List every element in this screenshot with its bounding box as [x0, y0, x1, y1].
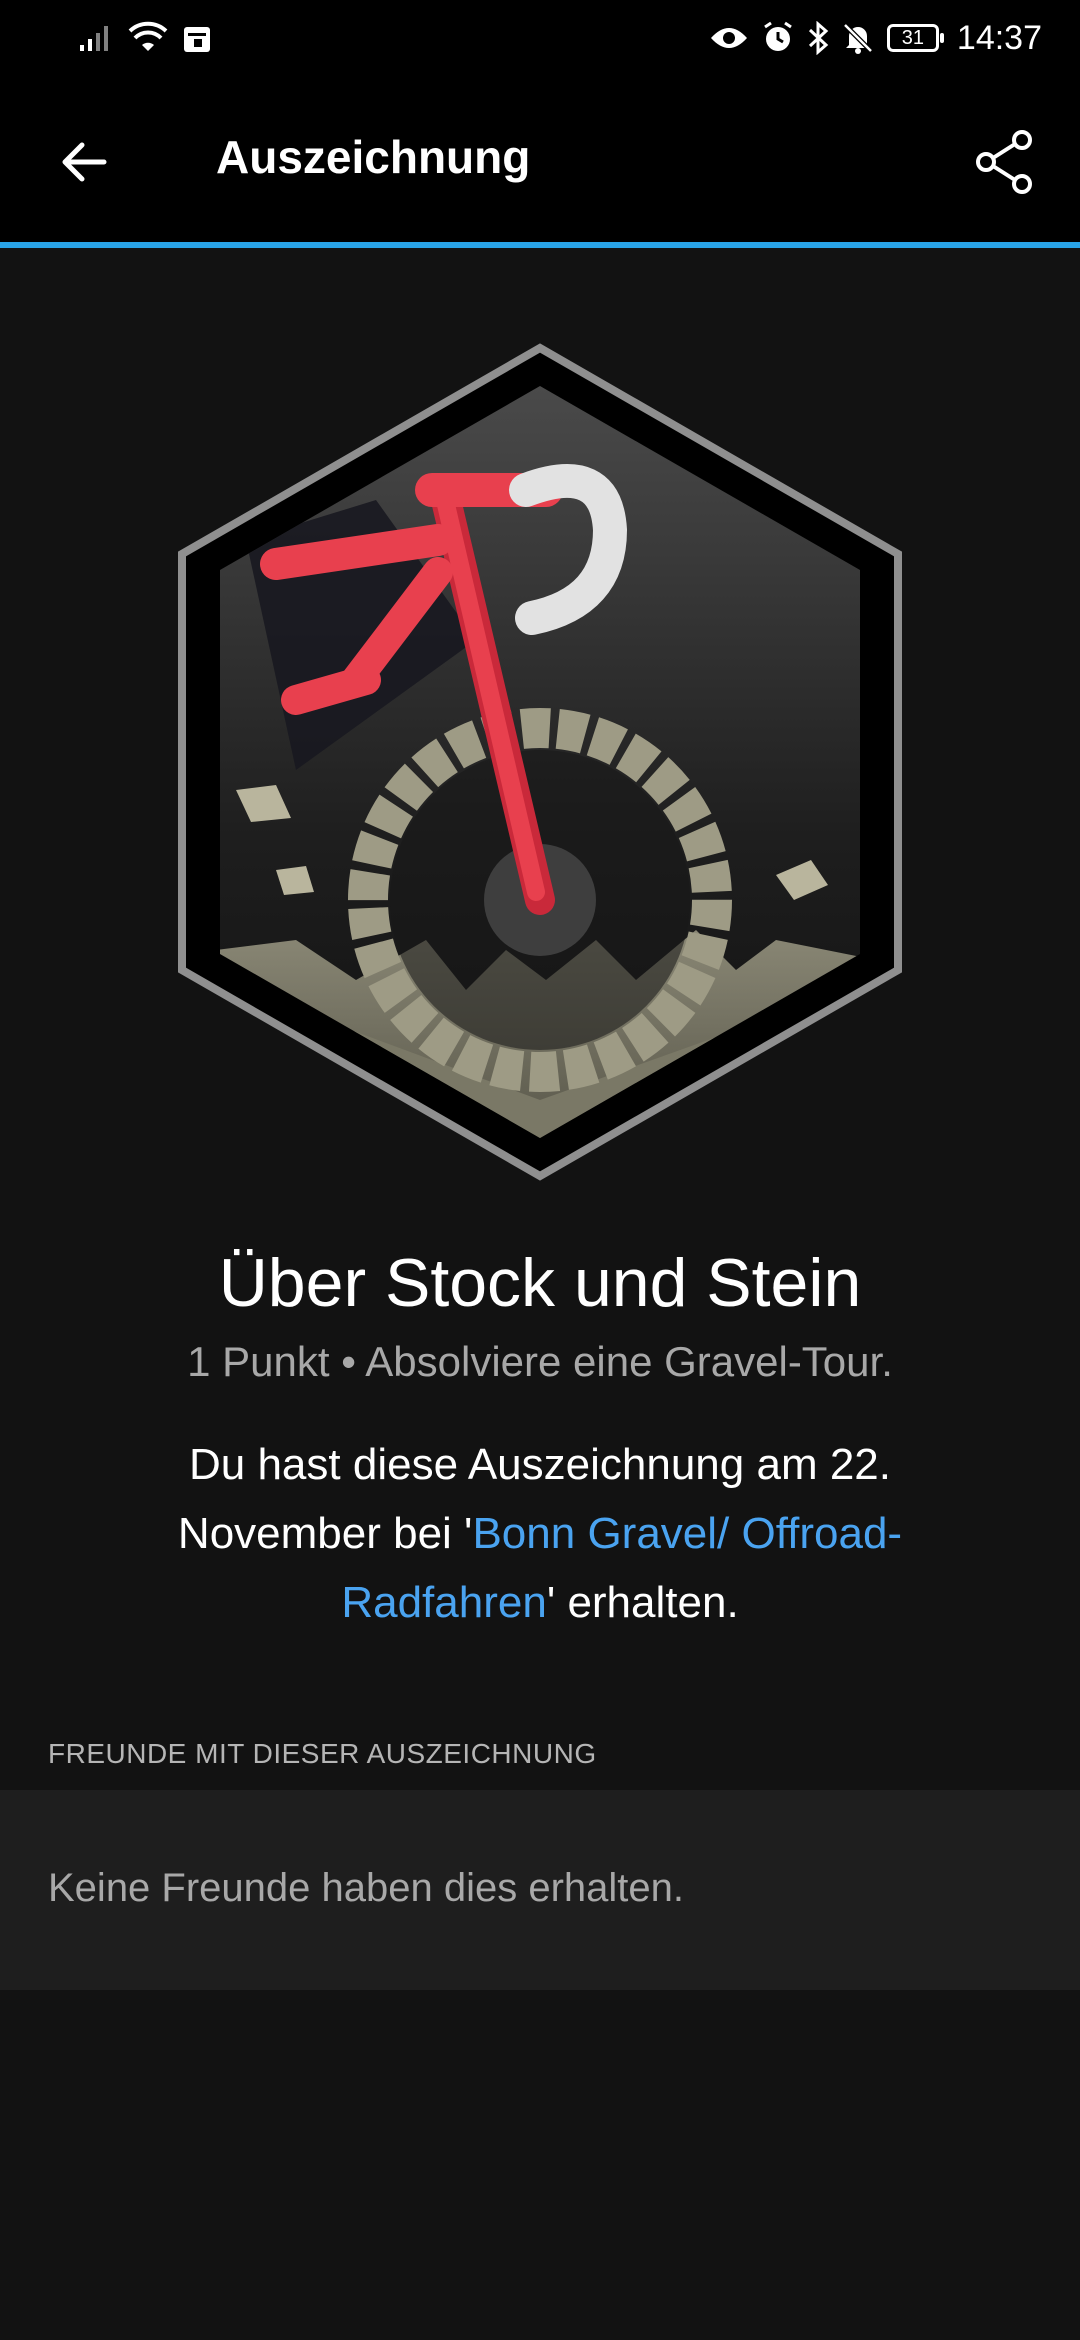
- status-bar: 31 14:37: [0, 0, 1080, 76]
- earned-description: Du hast diese Auszeichnung am 22. Novemb…: [150, 1430, 930, 1637]
- page-title: Auszeichnung: [216, 131, 531, 183]
- badge-graphic: [176, 340, 904, 1184]
- status-left: [78, 18, 212, 58]
- arrow-left-icon: [62, 142, 107, 182]
- gravel-bike-badge-icon: [178, 343, 902, 1181]
- app-bar: Auszeichnung: [0, 76, 1080, 242]
- friends-empty-text: Keine Freunde haben dies erhalten.: [48, 1866, 685, 1910]
- status-right: 31 14:37: [709, 14, 1042, 62]
- share-button[interactable]: [964, 122, 1044, 202]
- accent-line: [0, 242, 1080, 248]
- eye-icon: [710, 28, 747, 48]
- bluetooth-icon: [808, 21, 829, 55]
- calendar-icon: [184, 27, 210, 52]
- badge-title: Über Stock und Stein: [218, 1245, 862, 1321]
- status-time: 14:37: [956, 18, 1042, 57]
- alarm-icon: [764, 21, 792, 51]
- earned-suffix: ' erhalten.: [546, 1578, 739, 1627]
- wifi-icon: [128, 21, 168, 51]
- share-icon: [976, 130, 1032, 194]
- signal-icon: [80, 26, 108, 51]
- badge-subtitle: 1 Punkt • Absolviere eine Gravel-Tour.: [187, 1338, 893, 1385]
- back-button[interactable]: [44, 122, 124, 202]
- bell-off-icon: [843, 23, 873, 54]
- friends-section-header: FREUNDE MIT DIESER AUSZEICHNUNG: [48, 1738, 597, 1769]
- battery-icon: 31: [886, 24, 944, 52]
- friends-panel: Keine Freunde haben dies erhalten.: [0, 1790, 1080, 1990]
